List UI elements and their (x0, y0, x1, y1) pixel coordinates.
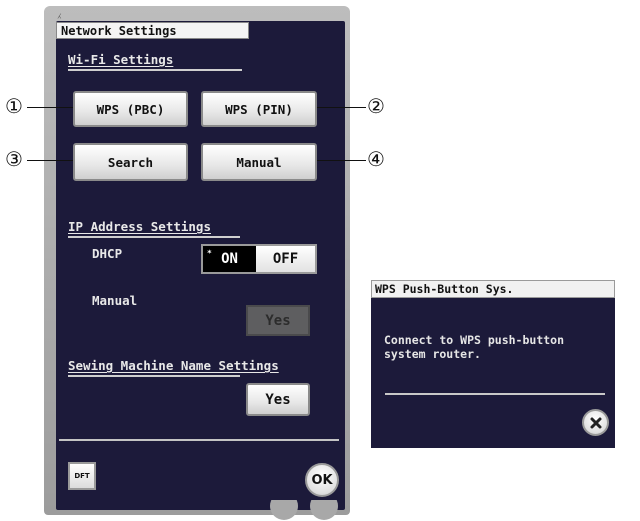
dhcp-toggle[interactable]: ∗ ON OFF (201, 244, 317, 274)
tool-icon: ⁁ (58, 6, 61, 19)
dialog-message-line-1: Connect to WPS push-button (384, 333, 565, 347)
manual-button[interactable]: Manual (201, 143, 317, 181)
machine-name-yes-button[interactable]: Yes (246, 383, 310, 416)
wps-pin-button[interactable]: WPS (PIN) (201, 91, 317, 127)
dialog-message-line-2: system router. (384, 347, 481, 361)
wifi-heading-underline (68, 69, 242, 71)
manual-ip-yes-button: Yes (246, 305, 310, 336)
ip-heading-underline (68, 236, 240, 238)
callout-2-line (317, 107, 366, 108)
dialog-close-button[interactable] (582, 409, 609, 436)
window-title: Network Settings (56, 22, 249, 39)
dhcp-off-option[interactable]: OFF (256, 246, 315, 272)
callout-3-line (27, 160, 73, 161)
wifi-settings-heading: Wi-Fi Settings (68, 52, 174, 67)
callout-2: ② (367, 94, 385, 118)
dhcp-label: DHCP (92, 246, 123, 261)
wps-dialog (371, 280, 615, 448)
machine-name-heading-underline (68, 375, 240, 377)
ip-settings-heading: IP Address Settings (68, 219, 211, 234)
dialog-message: Connect to WPS push-button system router… (384, 333, 609, 361)
bottom-bumps (270, 500, 338, 520)
manual-ip-label: Manual (92, 293, 138, 308)
dialog-title: WPS Push-Button Sys. (371, 280, 615, 298)
selected-mark-icon: ∗ (207, 247, 212, 256)
callout-4-line (317, 160, 366, 161)
dhcp-on-option[interactable]: ∗ ON (203, 246, 256, 272)
machine-name-heading: Sewing Machine Name Settings (68, 358, 279, 373)
footer-separator (59, 439, 339, 441)
dhcp-on-label: ON (221, 251, 238, 267)
ok-button[interactable]: OK (305, 463, 339, 497)
callout-1: ① (5, 94, 23, 118)
callout-1-line (27, 107, 73, 108)
callout-3: ③ (5, 147, 23, 171)
close-icon (590, 417, 601, 428)
search-button[interactable]: Search (73, 143, 188, 181)
dft-button[interactable]: DFT (68, 462, 96, 490)
wps-pbc-button[interactable]: WPS (PBC) (73, 91, 188, 127)
dialog-separator (385, 393, 605, 395)
callout-4: ④ (367, 147, 385, 171)
